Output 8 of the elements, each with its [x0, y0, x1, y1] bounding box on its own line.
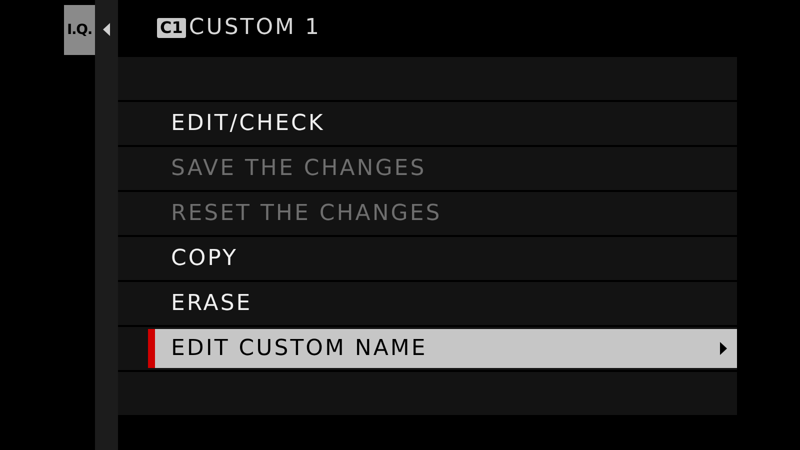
menu-item[interactable]: ERASE [171, 282, 252, 325]
menu-item[interactable]: EDIT CUSTOM NAME [148, 329, 737, 368]
right-arrow-icon [720, 342, 727, 355]
custom-badge: C1 [157, 18, 186, 38]
menu-item[interactable]: COPY [171, 237, 238, 280]
side-tab[interactable]: I.Q. [64, 5, 95, 55]
left-arrow-icon [103, 23, 110, 36]
menu-title: CUSTOM 1 [188, 14, 322, 42]
